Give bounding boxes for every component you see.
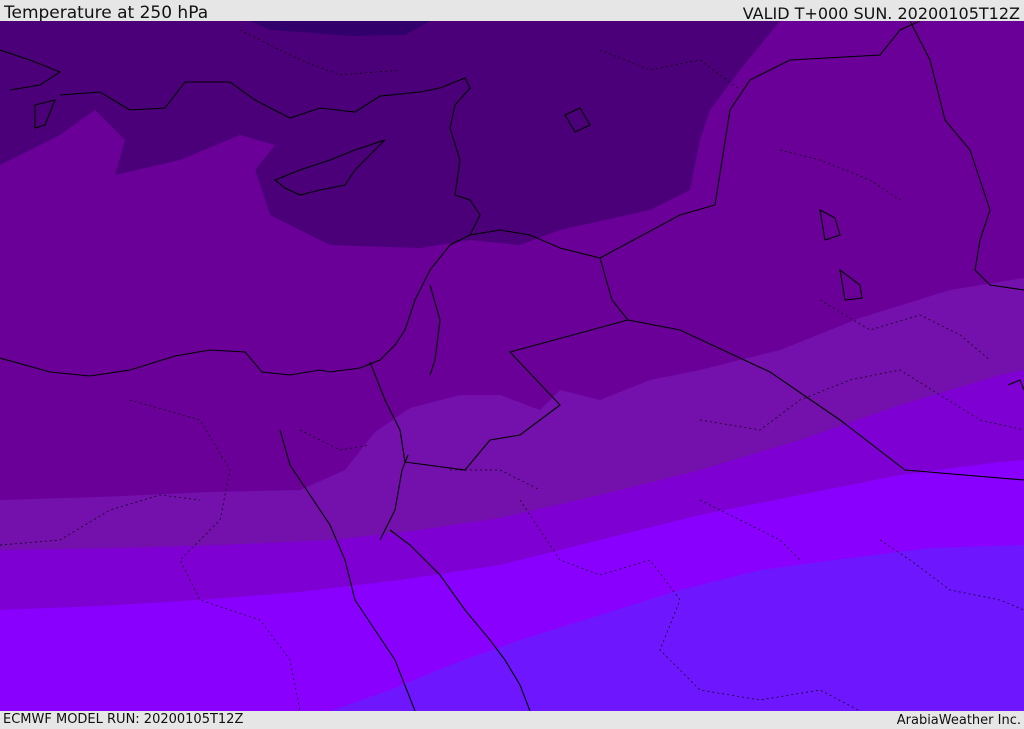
credit: ArabiaWeather Inc. [896, 713, 1021, 728]
map-title: Temperature at 250 hPa [4, 3, 209, 23]
model-run: ECMWF MODEL RUN: 20200105T12Z [3, 712, 244, 727]
footer-bar: ECMWF MODEL RUN: 20200105T12Z ArabiaWeat… [0, 711, 1024, 729]
weather-map[interactable] [0, 21, 1024, 711]
header-bar: Temperature at 250 hPa VALID T+000 SUN. … [0, 0, 1024, 23]
